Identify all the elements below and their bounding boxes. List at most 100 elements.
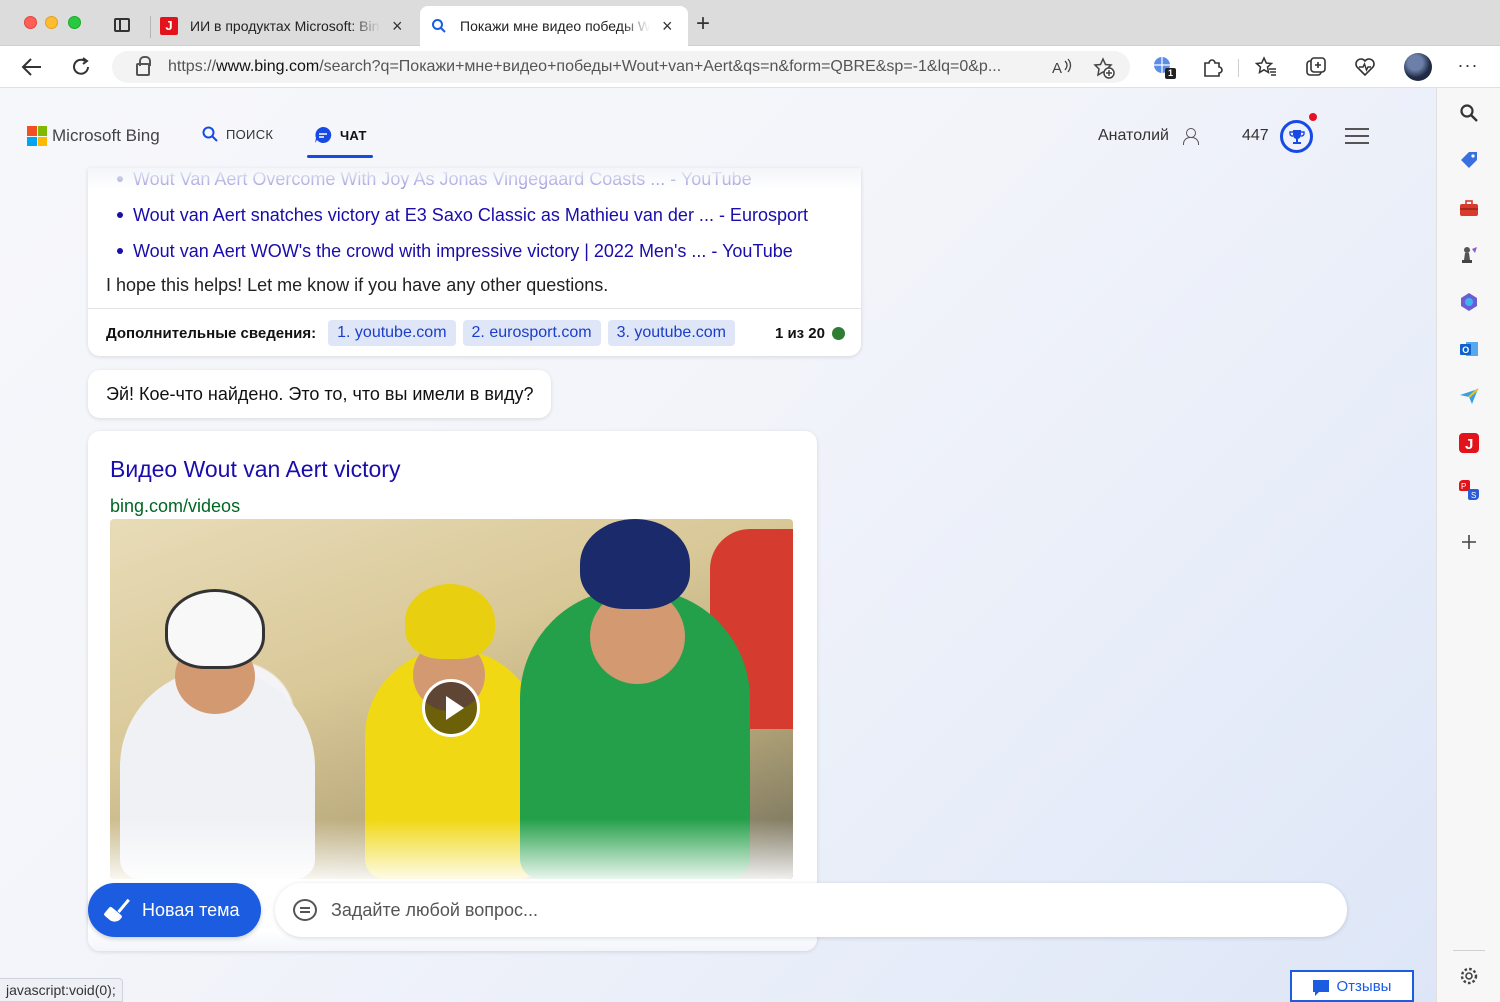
outlook-icon[interactable]: O: [1459, 339, 1479, 359]
shopping-tag-icon[interactable]: [1459, 150, 1479, 170]
previous-answer-card: Wout Van Aert Overcome With Joy As Jonas…: [88, 168, 861, 356]
svg-text:P: P: [1461, 482, 1466, 491]
collections-icon: [1306, 57, 1326, 76]
search-icon: [202, 126, 218, 142]
play-icon[interactable]: [422, 679, 480, 737]
browser-title-bar: J ИИ в продуктах Microsoft: Bing × Покаж…: [0, 0, 1500, 46]
nav-chat[interactable]: ЧАТ: [314, 126, 367, 144]
back-arrow-icon: [21, 58, 41, 76]
translate-app-icon[interactable]: PS: [1459, 480, 1479, 500]
add-app-icon[interactable]: [1459, 532, 1479, 552]
rewards-trophy-button[interactable]: [1280, 120, 1313, 153]
tab-bing-ai[interactable]: J ИИ в продуктах Microsoft: Bing ×: [150, 6, 418, 46]
bing-logo[interactable]: Microsoft Bing: [27, 126, 160, 146]
user-name: Анатолий: [1098, 127, 1169, 144]
minimize-window-button[interactable]: [45, 16, 58, 29]
source-chip[interactable]: 3. youtube.com: [607, 320, 735, 346]
collections-button[interactable]: [1302, 53, 1330, 81]
new-tab-button[interactable]: +: [696, 12, 710, 36]
reload-button[interactable]: [67, 53, 95, 81]
extension-button[interactable]: 1: [1150, 53, 1178, 81]
tab-title: Покажи мне видео победы Wout: [460, 18, 650, 34]
tab-close-icon[interactable]: ×: [662, 17, 673, 35]
user-account[interactable]: Анатолий: [1098, 127, 1199, 145]
tab-bing-search[interactable]: Покажи мне видео победы Wout ×: [420, 6, 688, 46]
user-icon: [1182, 128, 1199, 145]
thumbnail-fade: [110, 819, 793, 879]
bing-chat-page: Microsoft Bing ПОИСК ЧАТ Анатолий 447 Wo…: [0, 88, 1436, 1002]
extension-badge: 1: [1168, 68, 1174, 78]
answer-link[interactable]: Wout van Aert WOW's the crowd with impre…: [117, 240, 808, 276]
favorites-icon: [1255, 56, 1276, 76]
add-favorite-icon[interactable]: [1093, 57, 1115, 79]
tab-actions-icon[interactable]: [114, 18, 130, 32]
tab-title: ИИ в продуктах Microsoft: Bing: [190, 18, 380, 34]
close-window-button[interactable]: [24, 16, 37, 29]
nav-search-label: ПОИСК: [226, 126, 274, 142]
video-card-source[interactable]: bing.com/videos: [110, 496, 240, 517]
video-result-card: Видео Wout van Aert victory bing.com/vid…: [88, 431, 817, 951]
back-button[interactable]: [18, 53, 46, 81]
source-chip[interactable]: 2. eurosport.com: [462, 320, 601, 346]
tab-favicon-icon: J: [160, 17, 178, 35]
status-bar-url: javascript:void(0);: [0, 978, 123, 1002]
nav-search[interactable]: ПОИСК: [202, 126, 273, 142]
address-bar[interactable]: https://www.bing.com/search?q=Покажи+мне…: [112, 51, 1130, 83]
microsoft-logo-icon: [27, 126, 47, 146]
browser-essentials-button[interactable]: [1351, 53, 1379, 81]
profile-avatar[interactable]: [1404, 53, 1432, 81]
games-chess-icon[interactable]: [1459, 245, 1479, 265]
tab-close-icon[interactable]: ×: [392, 17, 403, 35]
read-aloud-icon[interactable]: A: [1052, 57, 1074, 77]
rewards-points[interactable]: 447: [1242, 127, 1269, 145]
toolbar-divider: [1238, 59, 1239, 77]
video-thumbnail[interactable]: [110, 519, 793, 879]
more-menu-icon[interactable]: ···: [1454, 51, 1482, 79]
answer-closing-text: I hope this helps! Let me know if you ha…: [106, 275, 609, 295]
sidebar-divider: [1453, 950, 1485, 951]
trophy-icon: [1288, 129, 1305, 144]
active-tab-indicator: [307, 155, 373, 158]
svg-text:S: S: [1471, 491, 1476, 500]
browser-toolbar: https://www.bing.com/search?q=Покажи+мне…: [0, 46, 1500, 88]
edge-sidebar: O J PS: [1436, 88, 1500, 1002]
feedback-label: Отзывы: [1336, 977, 1392, 995]
turn-counter: 1 из 20: [775, 325, 845, 342]
feedback-button[interactable]: Отзывы: [1290, 970, 1414, 1002]
tools-briefcase-icon[interactable]: [1459, 198, 1479, 218]
microsoft-365-icon[interactable]: [1459, 292, 1479, 312]
favorites-button[interactable]: [1252, 53, 1280, 81]
feedback-icon: [1312, 980, 1329, 996]
red-j-app-icon[interactable]: J: [1459, 433, 1479, 453]
thumbnail-helmet: [405, 584, 495, 659]
learn-more-label: Дополнительные сведения:: [106, 324, 317, 342]
scroll-fade: [88, 168, 861, 190]
search-favicon-icon: [432, 19, 446, 33]
extensions-button[interactable]: [1198, 53, 1226, 81]
sidebar-search-icon[interactable]: [1459, 103, 1479, 123]
puzzle-icon: [1204, 59, 1223, 77]
svg-text:O: O: [1462, 345, 1469, 355]
url-text: https://www.bing.com/search?q=Покажи+мне…: [168, 58, 1002, 75]
chat-input-box[interactable]: [275, 883, 1347, 937]
svg-text:A: A: [1052, 60, 1062, 77]
video-card-title[interactable]: Видео Wout van Aert victory: [110, 456, 400, 483]
chat-input[interactable]: [331, 899, 1311, 921]
settings-gear-icon[interactable]: [1459, 966, 1479, 986]
send-plane-icon[interactable]: [1459, 386, 1479, 406]
reload-icon: [73, 57, 89, 75]
turn-counter-text: 1 из 20: [774, 325, 825, 342]
maximize-window-button[interactable]: [68, 16, 81, 29]
bot-message: Эй! Кое-что найдено. Это то, что вы имел…: [88, 370, 552, 418]
heart-pulse-icon: [1355, 58, 1375, 77]
hamburger-menu-icon[interactable]: [1345, 128, 1369, 144]
new-topic-label: Новая тема: [142, 899, 240, 920]
tab-separator: [150, 16, 151, 38]
source-chip[interactable]: 1. youtube.com: [328, 320, 456, 346]
nav-chat-label: ЧАТ: [340, 127, 367, 143]
answer-link[interactable]: Wout van Aert snatches victory at E3 Sax…: [117, 204, 808, 240]
card-divider: [88, 308, 861, 309]
new-topic-button[interactable]: Новая тема: [88, 883, 261, 937]
turn-status-dot: [832, 327, 845, 340]
thumbnail-helmet: [580, 519, 690, 609]
